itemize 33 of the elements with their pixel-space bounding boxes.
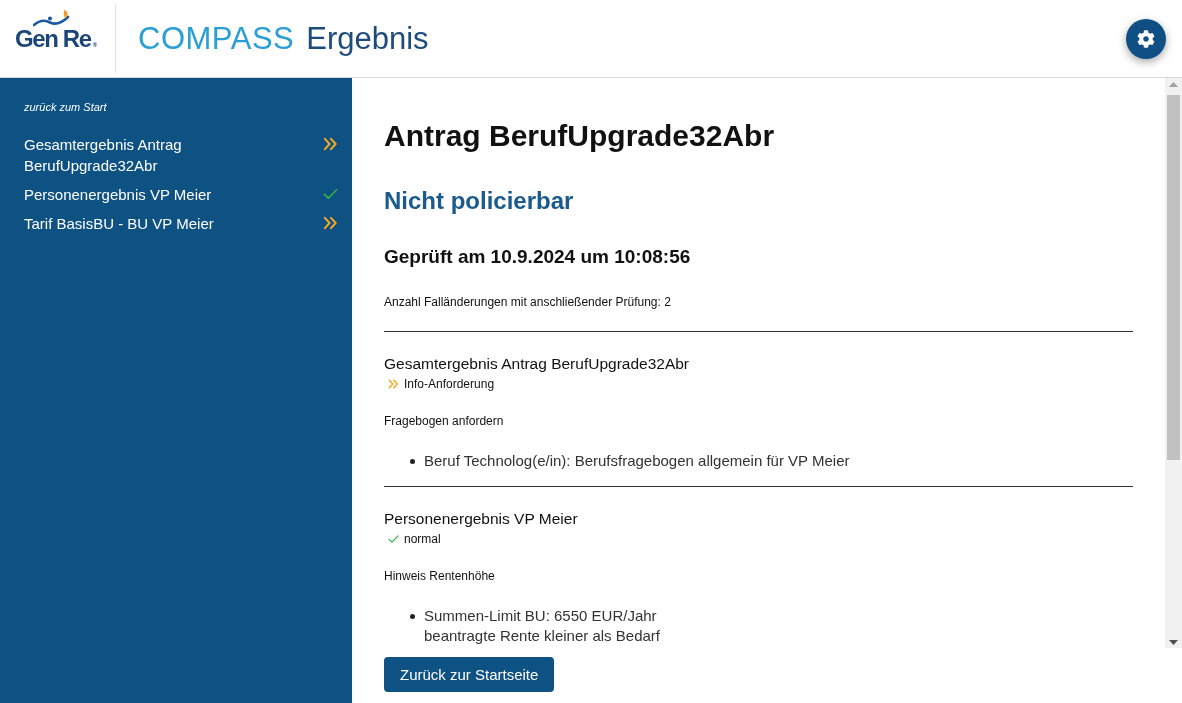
bullet-icon [410, 614, 415, 619]
page-heading: Antrag BerufUpgrade32Abr [384, 118, 776, 154]
list-item-text: Beruf Technolog(e/in): Berufsfragebogen allgemein für VP Meier [424, 451, 850, 471]
check-icon [388, 534, 399, 544]
note-heading: Hinweis Rentenhöhe [384, 568, 496, 584]
scroll-down-arrow-icon[interactable] [1169, 640, 1178, 645]
double-chevron-icon [388, 379, 399, 389]
changes-note: Anzahl Falländerungen mit anschließender Prüfung: 2 [384, 294, 672, 310]
settings-icon [1137, 29, 1155, 48]
section-title: Gesamtergebnis Antrag BerufUpgrade32Abr [384, 354, 690, 374]
scrollbar[interactable] [1165, 78, 1182, 648]
back-to-start-button[interactable]: Zurück zur Startseite [384, 657, 555, 692]
double-chevron-icon [323, 137, 338, 151]
sidebar-link[interactable]: Tarif BasisBU - BU VP Meier [24, 213, 214, 234]
scroll-up-arrow-icon[interactable] [1169, 82, 1178, 87]
settings-button[interactable] [1126, 18, 1166, 59]
section-title: Personenergebnis VP Meier [384, 509, 579, 529]
product-name: COMPASS [138, 20, 295, 57]
verdict-heading: Nicht policierbar [384, 186, 575, 216]
bullet-icon [410, 459, 415, 464]
checked-at-heading: Geprüft am 10.9.2024 um 10:08:56 [384, 245, 692, 269]
logo-emblem-icon [33, 9, 71, 27]
status-label: Info-Anforderung [404, 376, 495, 392]
note-heading: Fragebogen anfordern [384, 413, 505, 429]
back-link[interactable]: zurück zum Start [24, 100, 107, 114]
check-icon [323, 187, 338, 201]
sidebar-link[interactable]: Personenergebnis VP Meier [24, 184, 212, 205]
double-chevron-icon [323, 216, 338, 230]
sidebar-link[interactable]: Gesamtergebnis Antrag BerufUpgrade32Abr [24, 134, 289, 176]
status-label: normal [404, 531, 441, 547]
page-title: Ergebnis [306, 20, 429, 57]
scrollbar-thumb[interactable] [1167, 95, 1180, 460]
list-item-text: Summen-Limit BU: 6550 EUR/Jahr beantragte Rente kleiner als Bedarf [424, 606, 660, 646]
